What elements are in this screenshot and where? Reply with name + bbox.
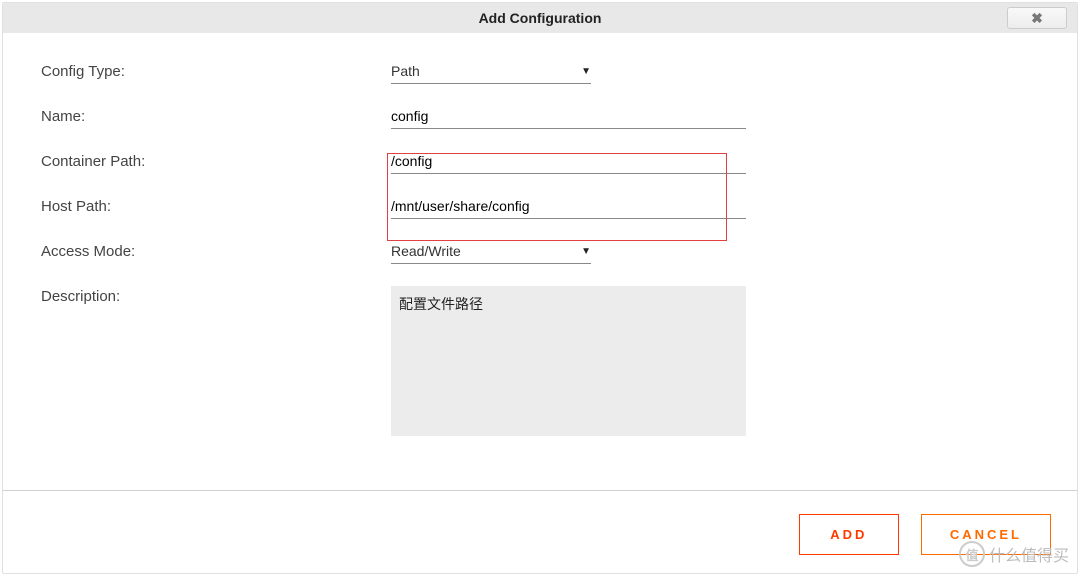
- row-host-path: Host Path:: [41, 196, 1039, 219]
- add-configuration-dialog: Add Configuration ✖ Config Type: Path ▼ …: [2, 2, 1078, 574]
- host-path-input[interactable]: [391, 196, 746, 219]
- label-access-mode: Access Mode:: [41, 241, 391, 260]
- name-input[interactable]: [391, 106, 746, 129]
- watermark-text: 什么值得买: [989, 542, 1069, 566]
- chevron-down-icon: ▼: [581, 66, 591, 77]
- dialog-title: Add Configuration: [479, 10, 602, 26]
- footer-separator: [3, 490, 1077, 491]
- config-type-value: Path: [391, 63, 420, 79]
- row-container-path: Container Path:: [41, 151, 1039, 174]
- label-name: Name:: [41, 106, 391, 125]
- config-type-select[interactable]: Path ▼: [391, 61, 591, 84]
- description-textarea[interactable]: [391, 286, 746, 436]
- label-container-path: Container Path:: [41, 151, 391, 170]
- container-path-input[interactable]: [391, 151, 746, 174]
- chevron-down-icon: ▼: [581, 246, 591, 257]
- access-mode-value: Read/Write: [391, 243, 461, 259]
- form-area: Config Type: Path ▼ Name: Container Path…: [3, 33, 1077, 471]
- row-config-type: Config Type: Path ▼: [41, 61, 1039, 84]
- row-name: Name:: [41, 106, 1039, 129]
- close-icon: ✖: [1031, 10, 1043, 26]
- add-button[interactable]: ADD: [799, 514, 899, 555]
- label-description: Description:: [41, 286, 391, 305]
- dialog-header: Add Configuration ✖: [3, 3, 1077, 33]
- label-host-path: Host Path:: [41, 196, 391, 215]
- close-button[interactable]: ✖: [1007, 7, 1067, 29]
- access-mode-select[interactable]: Read/Write ▼: [391, 241, 591, 264]
- watermark-badge-icon: 值: [959, 541, 985, 567]
- row-description: Description:: [41, 286, 1039, 439]
- watermark: 值 什么值得买: [959, 541, 1069, 567]
- row-access-mode: Access Mode: Read/Write ▼: [41, 241, 1039, 264]
- label-config-type: Config Type:: [41, 61, 391, 80]
